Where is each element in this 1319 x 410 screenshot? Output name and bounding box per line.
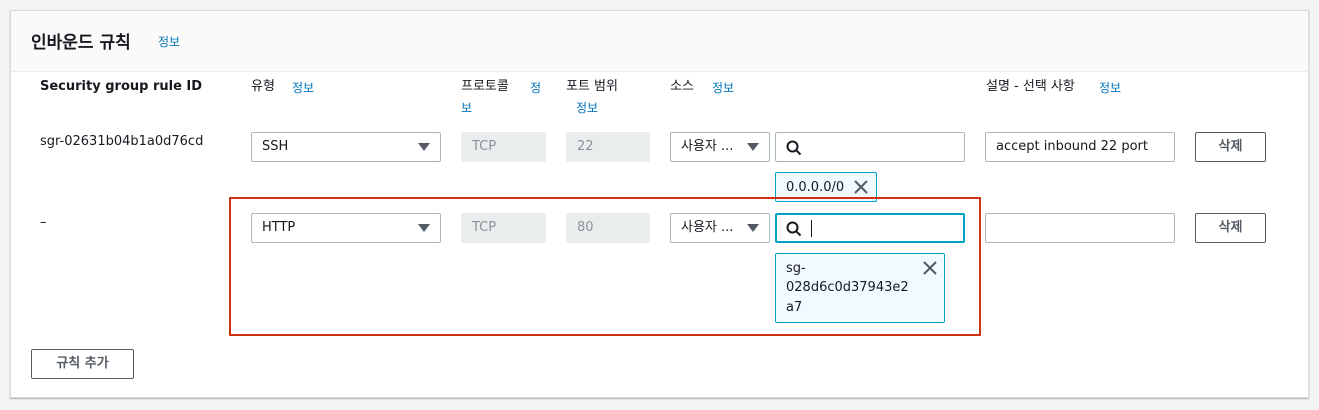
col-port-range: 포트 범위 <box>566 79 618 94</box>
caret-down-icon <box>747 143 759 151</box>
col-protocol: 프로토콜 <box>461 79 509 94</box>
source-type-value: 사용자 ... <box>681 139 734 154</box>
port-info-link[interactable]: 정보 <box>576 99 598 116</box>
col-rule-id: Security group rule ID <box>40 79 203 94</box>
panel-title: 인바운드 규칙 <box>31 33 131 53</box>
caret-down-icon <box>418 143 430 151</box>
highlight-box <box>229 197 981 336</box>
source-info-link[interactable]: 정보 <box>712 79 734 96</box>
description-value: accept inbound 22 port <box>996 139 1148 154</box>
protocol-field: TCP <box>461 132 546 162</box>
protocol-value: TCP <box>472 139 497 154</box>
col-source: 소스 <box>670 79 694 94</box>
rule-id: sgr-02631b04b1a0d76cd <box>40 134 204 149</box>
col-type: 유형 <box>251 79 275 94</box>
title-info-link[interactable]: 정보 <box>158 33 180 50</box>
col-description: 설명 - 선택 사항 <box>986 79 1075 94</box>
panel-header: 인바운드 규칙 정보 <box>11 11 1308 72</box>
port-field: 22 <box>566 132 650 162</box>
source-search-input[interactable] <box>775 132 965 162</box>
description-input[interactable]: accept inbound 22 port <box>985 132 1175 162</box>
token-label: 0.0.0.0/0 <box>786 180 845 195</box>
protocol-info-link-1[interactable]: 정 <box>530 79 541 96</box>
delete-button[interactable]: 삭제 <box>1195 132 1266 162</box>
source-type-select[interactable]: 사용자 ... <box>670 132 770 162</box>
port-value: 22 <box>577 139 594 154</box>
type-info-link[interactable]: 정보 <box>292 79 314 96</box>
type-select[interactable]: SSH <box>251 132 441 162</box>
inbound-rules-panel: 인바운드 규칙 정보 Security group rule ID 유형 정보 … <box>10 10 1309 398</box>
close-icon[interactable] <box>854 180 868 194</box>
search-icon <box>786 140 802 156</box>
description-input[interactable] <box>985 213 1175 243</box>
delete-button[interactable]: 삭제 <box>1195 213 1266 243</box>
type-select-value: SSH <box>262 139 289 154</box>
protocol-info-link-2[interactable]: 보 <box>461 99 472 116</box>
add-rule-button[interactable]: 규칙 추가 <box>31 349 134 379</box>
description-info-link[interactable]: 정보 <box>1099 79 1121 96</box>
rule-id: – <box>40 215 47 230</box>
